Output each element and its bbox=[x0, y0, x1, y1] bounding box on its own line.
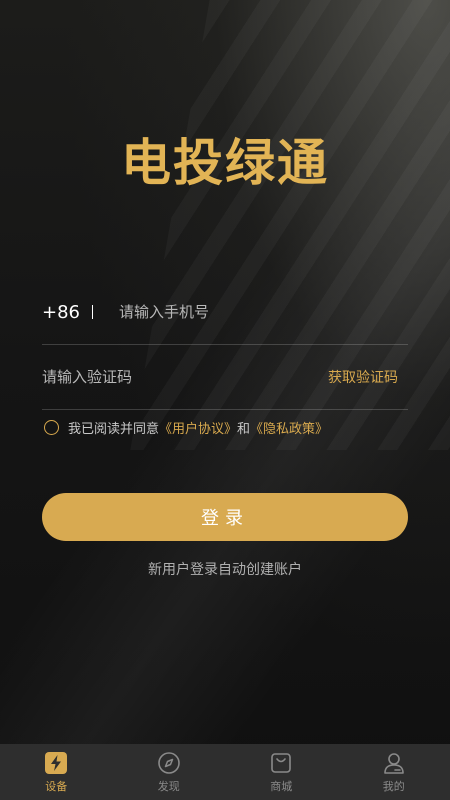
phone-row: +86 bbox=[42, 280, 408, 345]
app-title: 电投绿通 bbox=[121, 134, 329, 192]
verification-code-input[interactable] bbox=[42, 368, 328, 386]
agreement-row: 我已阅读并同意 《用户协议》 和 《隐私政策》 bbox=[44, 418, 328, 437]
agreement-prefix: 我已阅读并同意 bbox=[68, 422, 160, 437]
compass-icon bbox=[157, 751, 180, 774]
tab-label-devices: 设备 bbox=[45, 779, 68, 793]
user-agreement-link[interactable]: 《用户协议》 bbox=[159, 418, 237, 437]
privacy-policy-link[interactable]: 《隐私政策》 bbox=[250, 418, 328, 437]
agreement-checkbox[interactable] bbox=[44, 420, 59, 435]
get-code-button[interactable]: 获取验证码 bbox=[328, 367, 408, 387]
tab-devices[interactable]: 设备 bbox=[0, 744, 113, 800]
shopping-bag-icon bbox=[271, 752, 292, 773]
tab-label-mall: 商城 bbox=[270, 779, 293, 793]
tab-label-mine: 我的 bbox=[382, 779, 405, 793]
login-button[interactable]: 登录 bbox=[42, 493, 408, 541]
login-button-label: 登录 bbox=[201, 508, 249, 529]
country-code[interactable]: +86 bbox=[42, 302, 80, 323]
tab-discover[interactable]: 发现 bbox=[113, 744, 226, 800]
bottom-tab-bar: 设备 发现 商城 我的 bbox=[0, 744, 450, 800]
user-icon bbox=[383, 752, 404, 774]
tab-mall[interactable]: 商城 bbox=[225, 744, 338, 800]
tab-mine[interactable]: 我的 bbox=[338, 744, 450, 800]
code-row: 获取验证码 bbox=[42, 345, 408, 410]
login-screen: 电投绿通 +86 获取验证码 我已阅读并同意 《用户协议》 和 《隐私政策》 登… bbox=[0, 0, 450, 800]
agreement-and: 和 bbox=[237, 422, 251, 437]
tab-label-discover: 发现 bbox=[157, 779, 180, 793]
new-user-hint: 新用户登录自动创建账户 bbox=[148, 562, 302, 578]
phone-input[interactable] bbox=[119, 303, 408, 321]
lightning-icon bbox=[45, 751, 68, 774]
country-code-divider bbox=[92, 305, 93, 319]
